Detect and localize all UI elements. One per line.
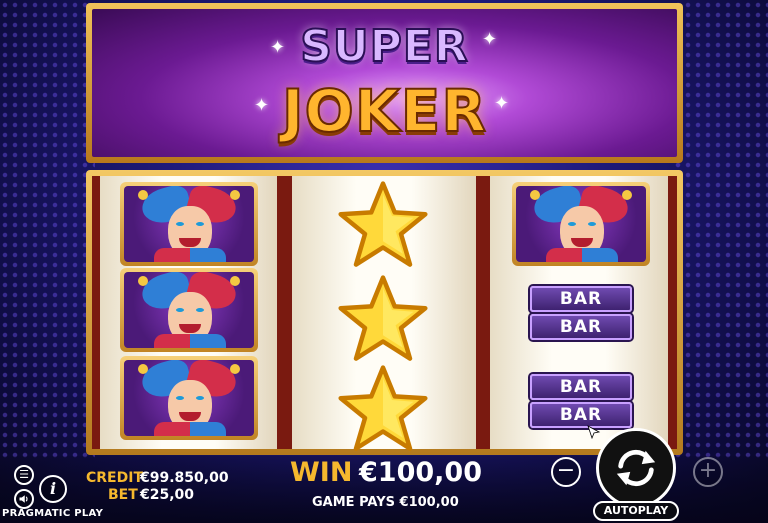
game-pays-text: GAME PAYS €100,00	[312, 495, 459, 510]
background-dots-right	[673, 0, 768, 460]
star-icon	[338, 180, 428, 270]
credit-value: €99.850,00	[140, 470, 229, 486]
credit-label: CREDIT	[86, 470, 143, 486]
reels-frame: BAR BAR BAR BAR	[86, 170, 683, 455]
joker-icon	[512, 182, 650, 266]
bet-label: BET	[108, 487, 138, 503]
reel-3: BAR BAR BAR BAR	[490, 176, 668, 449]
logo-joker-text: JOKER	[281, 76, 488, 146]
background-dots-left	[0, 0, 95, 460]
title-banner: ✦ ✦ ✦ ✦ SUPER JOKER	[86, 3, 683, 163]
bar-symbol: BAR	[530, 314, 632, 340]
bet-value: €25,00	[140, 487, 195, 503]
bar-symbol: BAR	[530, 374, 632, 400]
sound-icon[interactable]	[14, 489, 34, 509]
win-label: WIN	[290, 457, 353, 488]
brand-label: PRAGMATIC PLAY	[2, 508, 104, 519]
menu-icon[interactable]: ☰	[14, 465, 34, 485]
bar-symbol: BAR	[530, 402, 632, 428]
info-icon[interactable]: i	[39, 475, 67, 503]
spin-button[interactable]	[596, 428, 676, 508]
star-icon	[338, 274, 428, 364]
reel-2	[292, 176, 476, 451]
bar-symbol: BAR	[530, 286, 632, 312]
joker-icon	[120, 268, 258, 352]
cursor-icon	[587, 425, 601, 439]
joker-icon	[120, 356, 258, 440]
reels-area: BAR BAR BAR BAR	[92, 176, 677, 451]
win-value: €100,00	[359, 457, 482, 488]
reel-1	[100, 176, 277, 449]
star-icon	[338, 364, 428, 454]
logo-super-text: SUPER	[299, 20, 469, 73]
spin-arrows-icon	[616, 449, 656, 487]
autoplay-button[interactable]: AUTOPLAY	[593, 501, 679, 521]
title-banner-inner: ✦ ✦ ✦ ✦ SUPER JOKER	[92, 9, 677, 157]
joker-icon	[120, 182, 258, 266]
increase-bet-button[interactable]: +	[693, 457, 723, 487]
decrease-bet-button[interactable]: −	[551, 457, 581, 487]
